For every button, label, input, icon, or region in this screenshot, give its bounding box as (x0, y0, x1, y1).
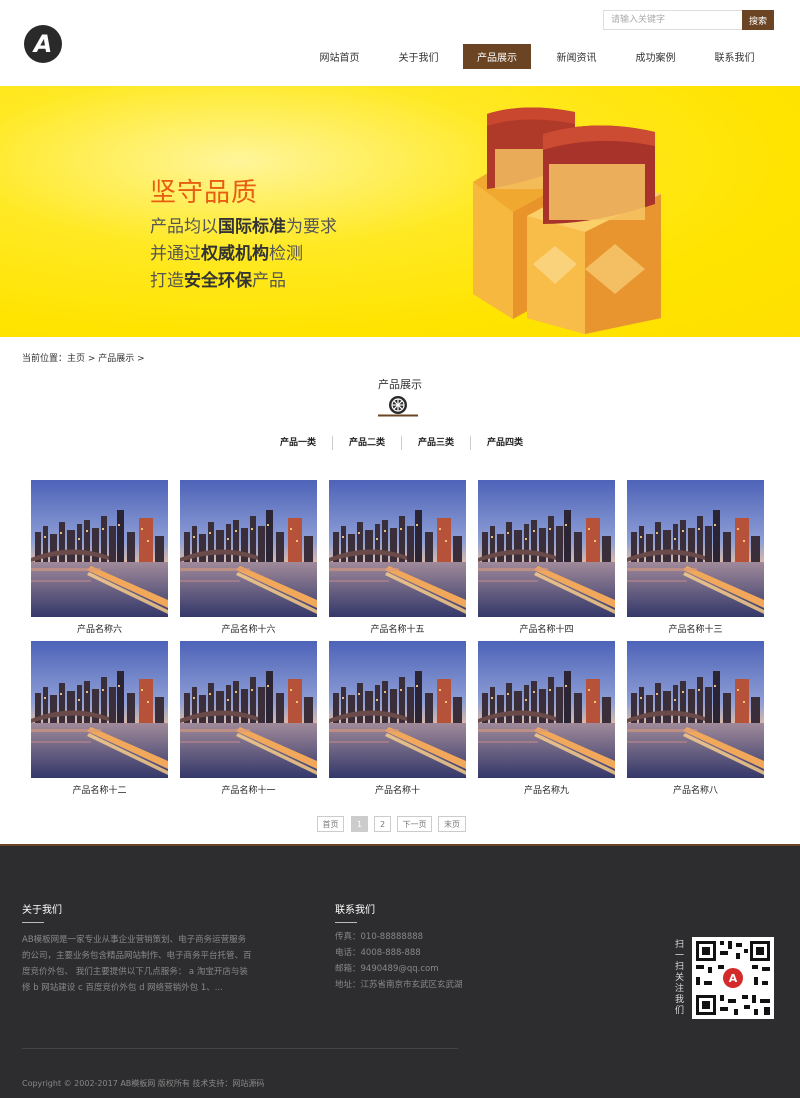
footer-contact-rule (335, 922, 357, 923)
product-name[interactable]: 产品名称八 (627, 783, 764, 796)
product-image[interactable] (329, 480, 466, 617)
nav-item-contact[interactable]: 联系我们 (695, 44, 774, 69)
product-card[interactable]: 产品名称八 (627, 641, 764, 796)
search-button[interactable]: 搜索 (742, 10, 774, 30)
product-image[interactable] (478, 641, 615, 778)
footer-about-title: 关于我们 (22, 905, 62, 916)
product-name[interactable]: 产品名称十一 (180, 783, 317, 796)
wheel-icon (378, 396, 418, 417)
banner-title: 坚守品质 (150, 178, 259, 208)
product-card[interactable]: 产品名称九 (478, 641, 615, 796)
product-image[interactable] (180, 641, 317, 778)
banner-line-3: 打造安全环保产品 (150, 271, 286, 291)
qr-logo-letter: A (729, 972, 738, 985)
product-image[interactable] (627, 480, 764, 617)
product-card[interactable]: 产品名称十六 (180, 480, 317, 635)
footer-phone: 电话：4008-888-888 (335, 948, 421, 958)
product-card[interactable]: 产品名称十四 (478, 480, 615, 635)
product-name[interactable]: 产品名称九 (478, 783, 615, 796)
category-tab-4[interactable]: 产品四类 (470, 436, 539, 450)
product-name[interactable]: 产品名称十 (329, 783, 466, 796)
product-name[interactable]: 产品名称十五 (329, 622, 466, 635)
category-tab-3[interactable]: 产品三类 (401, 436, 470, 450)
category-tab-2[interactable]: 产品二类 (332, 436, 401, 450)
site-footer: 关于我们 AB模板网是一家专业从事企业营销策划、电子商务运营服务的公司，主要业务… (0, 844, 800, 1098)
site-header: A 搜索 网站首页 关于我们 产品展示 新闻资讯 成功案例 联系我们 (0, 0, 800, 86)
pager-last[interactable]: 末页 (438, 816, 466, 832)
site-logo[interactable]: A (24, 25, 62, 63)
product-image[interactable] (627, 641, 764, 778)
product-card[interactable]: 产品名称十 (329, 641, 466, 796)
pager-page-1[interactable]: 1 (351, 816, 368, 832)
product-image[interactable] (180, 480, 317, 617)
product-name[interactable]: 产品名称十六 (180, 622, 317, 635)
product-card[interactable]: 产品名称十二 (31, 641, 168, 796)
footer-fax: 传真：010-88888888 (335, 932, 424, 942)
nav-item-about[interactable]: 关于我们 (379, 44, 458, 69)
main-nav: 网站首页 关于我们 产品展示 新闻资讯 成功案例 联系我们 (300, 44, 774, 69)
product-name[interactable]: 产品名称六 (31, 622, 168, 635)
nav-item-news[interactable]: 新闻资讯 (537, 44, 616, 69)
product-box-illustration (473, 107, 661, 334)
footer-about-rule (22, 922, 44, 923)
footer-contact-title: 联系我们 (335, 905, 375, 916)
nav-item-cases[interactable]: 成功案例 (616, 44, 695, 69)
footer-address: 地址：江苏省南京市玄武区玄武湖 (335, 980, 463, 990)
section-title: 产品展示 (378, 378, 422, 391)
logo-letter: A (33, 30, 53, 58)
category-tabs: 产品一类 产品二类 产品三类 产品四类 (264, 436, 539, 450)
pager-page-2[interactable]: 2 (374, 816, 391, 832)
footer-about-text: AB模板网是一家专业从事企业营销策划、电子商务运营服务的公司，主要业务包含精品网… (22, 935, 252, 993)
copyright-text: Copyright © 2002-2017 AB模板网 版权所有 技术支持：网站… (22, 1079, 265, 1088)
footer-divider (22, 1048, 458, 1049)
product-name[interactable]: 产品名称十四 (478, 622, 615, 635)
banner-line-1: 产品均以国际标准为要求 (150, 217, 337, 237)
product-image[interactable] (31, 480, 168, 617)
product-card[interactable]: 产品名称十一 (180, 641, 317, 796)
breadcrumb[interactable]: 当前位置：主页 > 产品展示 > (22, 351, 145, 364)
category-tab-1[interactable]: 产品一类 (264, 436, 332, 450)
footer-email[interactable]: 邮箱：9490489@qq.com (335, 961, 439, 977)
qr-code: A (692, 937, 774, 1019)
product-image[interactable] (31, 641, 168, 778)
nav-item-home[interactable]: 网站首页 (300, 44, 379, 69)
product-card[interactable]: 产品名称六 (31, 480, 168, 635)
search-input[interactable] (603, 10, 742, 30)
product-card[interactable]: 产品名称十五 (329, 480, 466, 635)
product-image[interactable] (478, 480, 615, 617)
product-name[interactable]: 产品名称十二 (31, 783, 168, 796)
product-name[interactable]: 产品名称十三 (627, 622, 764, 635)
pager-first[interactable]: 首页 (317, 816, 344, 832)
hero-banner: 坚守品质 产品均以国际标准为要求 并通过权威机构检测 打造安全环保产品 (0, 86, 800, 337)
banner-line-2: 并通过权威机构检测 (150, 244, 303, 264)
pager-next[interactable]: 下一页 (397, 816, 432, 832)
nav-item-products[interactable]: 产品展示 (463, 44, 531, 69)
product-card[interactable]: 产品名称十三 (627, 480, 764, 635)
scan-follow-label: 扫一扫关注我们 (675, 940, 685, 1016)
product-image[interactable] (329, 641, 466, 778)
